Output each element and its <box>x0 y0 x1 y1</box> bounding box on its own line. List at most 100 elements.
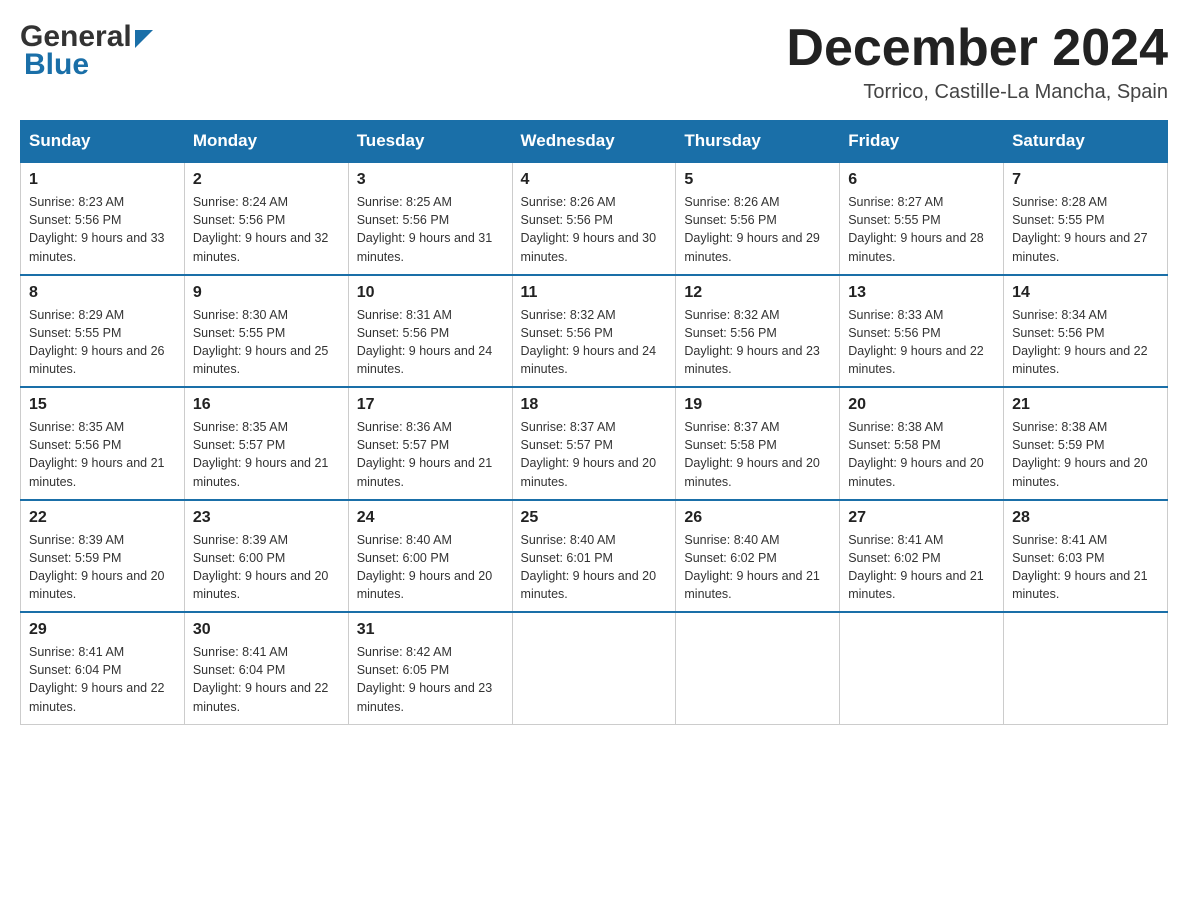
calendar-cell: 15 Sunrise: 8:35 AMSunset: 5:56 PMDaylig… <box>21 387 185 500</box>
calendar-cell: 23 Sunrise: 8:39 AMSunset: 6:00 PMDaylig… <box>184 500 348 613</box>
calendar-cell: 5 Sunrise: 8:26 AMSunset: 5:56 PMDayligh… <box>676 162 840 275</box>
day-number: 2 <box>193 171 340 189</box>
calendar-cell: 29 Sunrise: 8:41 AMSunset: 6:04 PMDaylig… <box>21 612 185 724</box>
day-number: 31 <box>357 621 504 639</box>
header-day-sunday: Sunday <box>21 121 185 163</box>
calendar-cell: 2 Sunrise: 8:24 AMSunset: 5:56 PMDayligh… <box>184 162 348 275</box>
day-number: 18 <box>521 396 668 414</box>
day-number: 16 <box>193 396 340 414</box>
day-number: 17 <box>357 396 504 414</box>
logo: General Blue <box>20 20 153 82</box>
calendar-cell: 10 Sunrise: 8:31 AMSunset: 5:56 PMDaylig… <box>348 275 512 388</box>
calendar-cell: 31 Sunrise: 8:42 AMSunset: 6:05 PMDaylig… <box>348 612 512 724</box>
calendar-cell: 20 Sunrise: 8:38 AMSunset: 5:58 PMDaylig… <box>840 387 1004 500</box>
calendar-week-1: 1 Sunrise: 8:23 AMSunset: 5:56 PMDayligh… <box>21 162 1168 275</box>
calendar-cell <box>512 612 676 724</box>
calendar-cell: 22 Sunrise: 8:39 AMSunset: 5:59 PMDaylig… <box>21 500 185 613</box>
calendar-cell: 27 Sunrise: 8:41 AMSunset: 6:02 PMDaylig… <box>840 500 1004 613</box>
calendar-cell <box>676 612 840 724</box>
day-number: 3 <box>357 171 504 189</box>
day-info: Sunrise: 8:39 AMSunset: 5:59 PMDaylight:… <box>29 531 176 604</box>
calendar-week-2: 8 Sunrise: 8:29 AMSunset: 5:55 PMDayligh… <box>21 275 1168 388</box>
calendar-week-4: 22 Sunrise: 8:39 AMSunset: 5:59 PMDaylig… <box>21 500 1168 613</box>
day-number: 9 <box>193 284 340 302</box>
calendar-cell: 1 Sunrise: 8:23 AMSunset: 5:56 PMDayligh… <box>21 162 185 275</box>
calendar-cell: 9 Sunrise: 8:30 AMSunset: 5:55 PMDayligh… <box>184 275 348 388</box>
calendar-cell: 4 Sunrise: 8:26 AMSunset: 5:56 PMDayligh… <box>512 162 676 275</box>
day-info: Sunrise: 8:26 AMSunset: 5:56 PMDaylight:… <box>684 193 831 266</box>
calendar-cell: 6 Sunrise: 8:27 AMSunset: 5:55 PMDayligh… <box>840 162 1004 275</box>
calendar-cell <box>840 612 1004 724</box>
calendar-cell: 16 Sunrise: 8:35 AMSunset: 5:57 PMDaylig… <box>184 387 348 500</box>
calendar-cell: 25 Sunrise: 8:40 AMSunset: 6:01 PMDaylig… <box>512 500 676 613</box>
day-number: 22 <box>29 509 176 527</box>
page-header: General Blue December 2024 Torrico, Cast… <box>20 20 1168 104</box>
header-row: SundayMondayTuesdayWednesdayThursdayFrid… <box>21 121 1168 163</box>
day-info: Sunrise: 8:35 AMSunset: 5:56 PMDaylight:… <box>29 418 176 491</box>
day-number: 1 <box>29 171 176 189</box>
day-number: 8 <box>29 284 176 302</box>
day-info: Sunrise: 8:36 AMSunset: 5:57 PMDaylight:… <box>357 418 504 491</box>
day-info: Sunrise: 8:41 AMSunset: 6:03 PMDaylight:… <box>1012 531 1159 604</box>
day-info: Sunrise: 8:24 AMSunset: 5:56 PMDaylight:… <box>193 193 340 266</box>
calendar-cell: 8 Sunrise: 8:29 AMSunset: 5:55 PMDayligh… <box>21 275 185 388</box>
calendar-cell: 12 Sunrise: 8:32 AMSunset: 5:56 PMDaylig… <box>676 275 840 388</box>
day-number: 10 <box>357 284 504 302</box>
day-number: 21 <box>1012 396 1159 414</box>
day-info: Sunrise: 8:40 AMSunset: 6:02 PMDaylight:… <box>684 531 831 604</box>
day-info: Sunrise: 8:30 AMSunset: 5:55 PMDaylight:… <box>193 306 340 379</box>
day-number: 4 <box>521 171 668 189</box>
calendar-cell: 3 Sunrise: 8:25 AMSunset: 5:56 PMDayligh… <box>348 162 512 275</box>
calendar-cell: 28 Sunrise: 8:41 AMSunset: 6:03 PMDaylig… <box>1004 500 1168 613</box>
calendar-cell: 18 Sunrise: 8:37 AMSunset: 5:57 PMDaylig… <box>512 387 676 500</box>
calendar-cell <box>1004 612 1168 724</box>
header-day-saturday: Saturday <box>1004 121 1168 163</box>
day-info: Sunrise: 8:42 AMSunset: 6:05 PMDaylight:… <box>357 643 504 716</box>
day-info: Sunrise: 8:38 AMSunset: 5:58 PMDaylight:… <box>848 418 995 491</box>
header-day-monday: Monday <box>184 121 348 163</box>
day-info: Sunrise: 8:39 AMSunset: 6:00 PMDaylight:… <box>193 531 340 604</box>
calendar-cell: 17 Sunrise: 8:36 AMSunset: 5:57 PMDaylig… <box>348 387 512 500</box>
day-info: Sunrise: 8:23 AMSunset: 5:56 PMDaylight:… <box>29 193 176 266</box>
calendar-cell: 7 Sunrise: 8:28 AMSunset: 5:55 PMDayligh… <box>1004 162 1168 275</box>
month-title: December 2024 <box>786 20 1168 77</box>
calendar-week-3: 15 Sunrise: 8:35 AMSunset: 5:56 PMDaylig… <box>21 387 1168 500</box>
day-info: Sunrise: 8:31 AMSunset: 5:56 PMDaylight:… <box>357 306 504 379</box>
calendar-cell: 13 Sunrise: 8:33 AMSunset: 5:56 PMDaylig… <box>840 275 1004 388</box>
header-day-friday: Friday <box>840 121 1004 163</box>
day-number: 25 <box>521 509 668 527</box>
day-number: 23 <box>193 509 340 527</box>
calendar-cell: 21 Sunrise: 8:38 AMSunset: 5:59 PMDaylig… <box>1004 387 1168 500</box>
day-info: Sunrise: 8:40 AMSunset: 6:00 PMDaylight:… <box>357 531 504 604</box>
header-day-thursday: Thursday <box>676 121 840 163</box>
day-info: Sunrise: 8:37 AMSunset: 5:57 PMDaylight:… <box>521 418 668 491</box>
day-number: 19 <box>684 396 831 414</box>
calendar-cell: 26 Sunrise: 8:40 AMSunset: 6:02 PMDaylig… <box>676 500 840 613</box>
day-info: Sunrise: 8:26 AMSunset: 5:56 PMDaylight:… <box>521 193 668 266</box>
day-info: Sunrise: 8:40 AMSunset: 6:01 PMDaylight:… <box>521 531 668 604</box>
day-info: Sunrise: 8:32 AMSunset: 5:56 PMDaylight:… <box>684 306 831 379</box>
calendar-header: SundayMondayTuesdayWednesdayThursdayFrid… <box>21 121 1168 163</box>
day-info: Sunrise: 8:33 AMSunset: 5:56 PMDaylight:… <box>848 306 995 379</box>
location-title: Torrico, Castille-La Mancha, Spain <box>786 81 1168 104</box>
day-number: 27 <box>848 509 995 527</box>
title-block: December 2024 Torrico, Castille-La Manch… <box>786 20 1168 104</box>
day-info: Sunrise: 8:35 AMSunset: 5:57 PMDaylight:… <box>193 418 340 491</box>
day-number: 20 <box>848 396 995 414</box>
header-day-tuesday: Tuesday <box>348 121 512 163</box>
day-number: 11 <box>521 284 668 302</box>
day-info: Sunrise: 8:25 AMSunset: 5:56 PMDaylight:… <box>357 193 504 266</box>
day-info: Sunrise: 8:29 AMSunset: 5:55 PMDaylight:… <box>29 306 176 379</box>
day-number: 30 <box>193 621 340 639</box>
day-number: 5 <box>684 171 831 189</box>
calendar-week-5: 29 Sunrise: 8:41 AMSunset: 6:04 PMDaylig… <box>21 612 1168 724</box>
logo-blue-text: Blue <box>24 48 153 82</box>
day-info: Sunrise: 8:38 AMSunset: 5:59 PMDaylight:… <box>1012 418 1159 491</box>
day-number: 6 <box>848 171 995 189</box>
calendar-cell: 30 Sunrise: 8:41 AMSunset: 6:04 PMDaylig… <box>184 612 348 724</box>
calendar-cell: 11 Sunrise: 8:32 AMSunset: 5:56 PMDaylig… <box>512 275 676 388</box>
day-info: Sunrise: 8:41 AMSunset: 6:04 PMDaylight:… <box>29 643 176 716</box>
day-number: 28 <box>1012 509 1159 527</box>
day-number: 7 <box>1012 171 1159 189</box>
calendar-cell: 19 Sunrise: 8:37 AMSunset: 5:58 PMDaylig… <box>676 387 840 500</box>
